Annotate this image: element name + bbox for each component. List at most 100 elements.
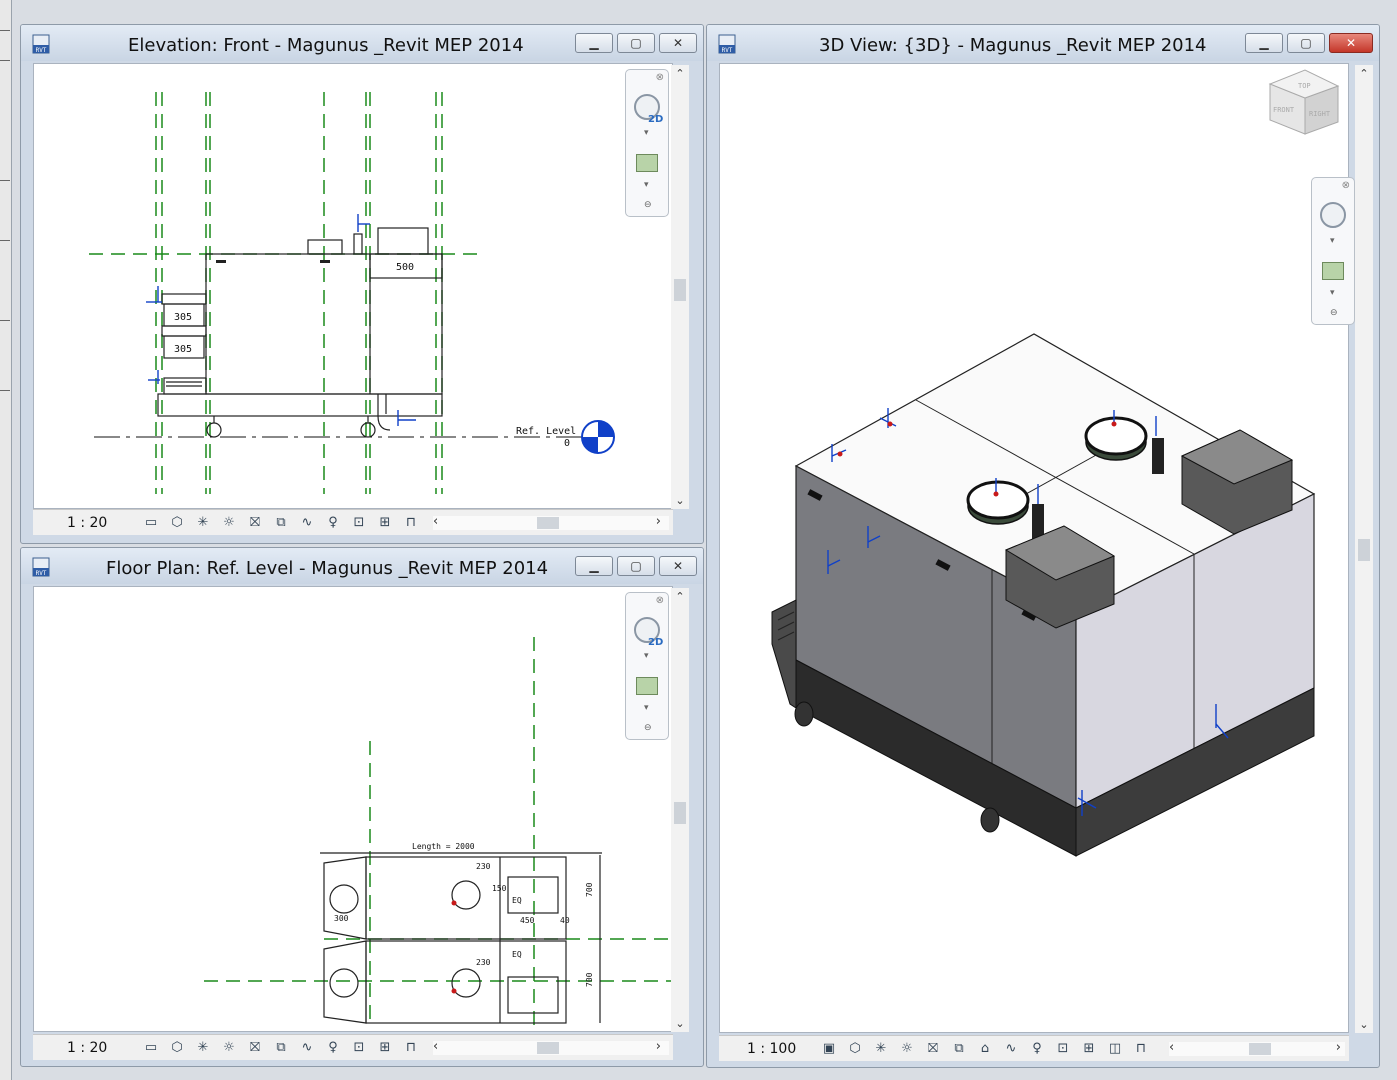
detail-level-icon[interactable]: ▣ xyxy=(819,1040,839,1058)
elevation-titlebar[interactable]: RVT Elevation: Front - Magunus _Revit ME… xyxy=(21,25,703,61)
shadows-icon[interactable]: ☼ xyxy=(897,1040,917,1058)
visual-style-icon[interactable]: ⬡ xyxy=(167,1039,187,1057)
scroll-thumb[interactable] xyxy=(1358,539,1370,561)
zoom-icon[interactable] xyxy=(1322,262,1344,280)
worksharing-icon[interactable]: ⊞ xyxy=(375,1039,395,1057)
constraints-icon[interactable]: ⊓ xyxy=(401,1039,421,1057)
scroll-thumb[interactable] xyxy=(674,802,686,824)
temporary-hide-icon[interactable]: ∿ xyxy=(1001,1040,1021,1058)
floorplan-titlebar[interactable]: RVT Floor Plan: Ref. Level - Magunus _Re… xyxy=(21,548,703,584)
view3d-hscroll[interactable]: ‹ › xyxy=(1169,1040,1345,1056)
minimize-button[interactable]: ▁ xyxy=(575,33,613,53)
maximize-button[interactable]: ▢ xyxy=(1287,33,1325,53)
elevation-navigation-bar[interactable]: ⊗ 2D ▾ ▾ ⊖ xyxy=(625,69,669,217)
analysis-icon[interactable]: ⊡ xyxy=(1053,1040,1073,1058)
section-box-icon[interactable]: ◫ xyxy=(1105,1040,1125,1058)
scroll-up-icon[interactable]: ⌃ xyxy=(671,67,689,80)
minimize-button[interactable]: ▁ xyxy=(575,556,613,576)
floorplan-canvas[interactable]: Length = 2000 230 230 EQ EQ 300 450 40 1… xyxy=(33,586,674,1032)
dropdown-icon-2[interactable]: ▾ xyxy=(1330,288,1335,298)
close-button[interactable]: ✕ xyxy=(1329,33,1373,53)
scroll-left-icon[interactable]: ‹ xyxy=(433,514,438,529)
scroll-down-icon[interactable]: ⌄ xyxy=(671,494,689,507)
floorplan-navigation-bar[interactable]: ⊗ 2D ▾ ▾ ⊖ xyxy=(625,592,669,740)
zoom-icon[interactable] xyxy=(636,154,658,172)
view-scale[interactable]: 1 : 100 xyxy=(747,1041,811,1057)
dropdown-icon-2[interactable]: ▾ xyxy=(644,703,649,713)
scroll-up-icon[interactable]: ⌃ xyxy=(671,590,689,603)
navbar-options-icon[interactable]: ⊖ xyxy=(644,200,652,210)
visual-style-icon[interactable]: ⬡ xyxy=(167,514,187,532)
constraints-icon[interactable]: ⊓ xyxy=(1131,1040,1151,1058)
scroll-down-icon[interactable]: ⌄ xyxy=(671,1017,689,1030)
view3d-titlebar[interactable]: RVT 3D View: {3D} - Magunus _Revit MEP 2… xyxy=(707,25,1379,61)
lock-view-icon[interactable]: ⌂ xyxy=(975,1040,995,1058)
view3d-navigation-bar[interactable]: ⊗ ▾ ▾ ⊖ xyxy=(1311,177,1355,325)
scroll-left-icon[interactable]: ‹ xyxy=(1169,1040,1174,1055)
navbar-close-icon[interactable]: ⊗ xyxy=(1342,180,1350,191)
reveal-hidden-icon[interactable]: ♀ xyxy=(323,1039,343,1057)
view3d-window[interactable]: RVT 3D View: {3D} - Magunus _Revit MEP 2… xyxy=(706,24,1380,1068)
scroll-right-icon[interactable]: › xyxy=(656,514,661,529)
detail-level-icon[interactable]: ▭ xyxy=(141,514,161,532)
show-crop-icon[interactable]: ⧉ xyxy=(271,1039,291,1057)
shadows-icon[interactable]: ☼ xyxy=(219,514,239,532)
elevation-vscroll[interactable]: ⌃ ⌄ xyxy=(671,65,689,509)
dropdown-icon[interactable]: ▾ xyxy=(644,128,649,138)
minimize-button[interactable]: ▁ xyxy=(1245,33,1283,53)
visual-style-icon[interactable]: ⬡ xyxy=(845,1040,865,1058)
steering-wheel-icon[interactable] xyxy=(1320,202,1346,228)
hscroll-thumb[interactable] xyxy=(537,1042,559,1054)
hscroll-thumb[interactable] xyxy=(537,517,559,529)
reveal-hidden-icon[interactable]: ♀ xyxy=(1027,1040,1047,1058)
navbar-close-icon[interactable]: ⊗ xyxy=(656,595,664,606)
worksharing-icon[interactable]: ⊞ xyxy=(1079,1040,1099,1058)
floorplan-hscroll[interactable]: ‹ › xyxy=(433,1039,669,1055)
view-scale[interactable]: 1 : 20 xyxy=(67,515,131,531)
temporary-hide-icon[interactable]: ∿ xyxy=(297,1039,317,1057)
crop-view-icon[interactable]: ⛝ xyxy=(245,514,265,532)
constraints-icon[interactable]: ⊓ xyxy=(401,514,421,532)
dropdown-icon[interactable]: ▾ xyxy=(644,651,649,661)
shadows-icon[interactable]: ☼ xyxy=(219,1039,239,1057)
close-button[interactable]: ✕ xyxy=(659,556,697,576)
zoom-icon[interactable] xyxy=(636,677,658,695)
reveal-hidden-icon[interactable]: ♀ xyxy=(323,514,343,532)
maximize-button[interactable]: ▢ xyxy=(617,556,655,576)
elevation-window[interactable]: RVT Elevation: Front - Magunus _Revit ME… xyxy=(20,24,704,544)
navbar-options-icon[interactable]: ⊖ xyxy=(644,723,652,733)
scroll-down-icon[interactable]: ⌄ xyxy=(1355,1018,1373,1031)
scroll-right-icon[interactable]: › xyxy=(656,1039,661,1054)
temporary-hide-icon[interactable]: ∿ xyxy=(297,514,317,532)
analysis-icon[interactable]: ⊡ xyxy=(349,514,369,532)
scroll-thumb[interactable] xyxy=(674,279,686,301)
analysis-icon[interactable]: ⊡ xyxy=(349,1039,369,1057)
show-crop-icon[interactable]: ⧉ xyxy=(271,514,291,532)
navbar-close-icon[interactable]: ⊗ xyxy=(656,72,664,83)
viewcube-icon[interactable]: TOP FRONT RIGHT xyxy=(1268,69,1340,135)
hscroll-thumb[interactable] xyxy=(1249,1043,1271,1055)
sun-path-icon[interactable]: ✳ xyxy=(193,514,213,532)
scroll-right-icon[interactable]: › xyxy=(1336,1040,1341,1055)
dropdown-icon-2[interactable]: ▾ xyxy=(644,180,649,190)
crop-view-icon[interactable]: ⛝ xyxy=(245,1039,265,1057)
view-scale[interactable]: 1 : 20 xyxy=(67,1040,131,1056)
elevation-canvas[interactable]: Ref. Level 0 305 305 500 xyxy=(33,63,673,509)
elevation-hscroll[interactable]: ‹ › xyxy=(433,514,669,530)
navbar-options-icon[interactable]: ⊖ xyxy=(1330,308,1338,318)
floorplan-window[interactable]: RVT Floor Plan: Ref. Level - Magunus _Re… xyxy=(20,547,704,1067)
floorplan-vscroll[interactable]: ⌃ ⌄ xyxy=(671,588,689,1032)
detail-level-icon[interactable]: ▭ xyxy=(141,1039,161,1057)
scroll-left-icon[interactable]: ‹ xyxy=(433,1039,438,1054)
worksharing-icon[interactable]: ⊞ xyxy=(375,514,395,532)
maximize-button[interactable]: ▢ xyxy=(617,33,655,53)
dropdown-icon[interactable]: ▾ xyxy=(1330,236,1335,246)
scroll-up-icon[interactable]: ⌃ xyxy=(1355,67,1373,80)
show-crop-icon[interactable]: ⧉ xyxy=(949,1040,969,1058)
view3d-canvas[interactable]: TOP FRONT RIGHT xyxy=(719,63,1349,1033)
close-button[interactable]: ✕ xyxy=(659,33,697,53)
equipment-model[interactable] xyxy=(771,333,1316,857)
sun-path-icon[interactable]: ✳ xyxy=(193,1039,213,1057)
crop-view-icon[interactable]: ⛝ xyxy=(923,1040,943,1058)
view3d-vscroll[interactable]: ⌃ ⌄ xyxy=(1355,65,1373,1033)
